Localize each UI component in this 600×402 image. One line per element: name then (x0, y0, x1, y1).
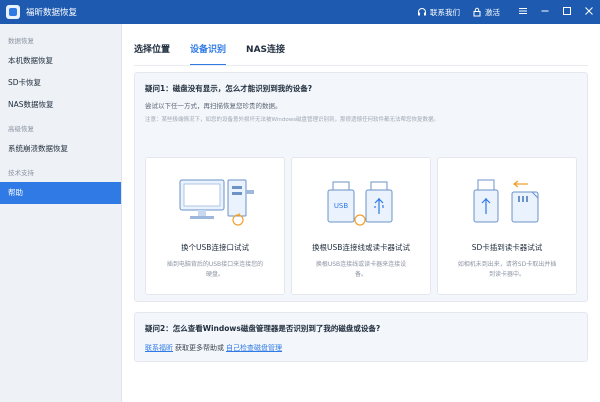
option1-title: 换个USB连接口试试 (181, 243, 249, 252)
maximize-button[interactable] (556, 0, 578, 24)
sd-card-reader-icon (473, 179, 539, 223)
tab-divider (134, 65, 588, 66)
tab-nas-connection[interactable]: NAS连接 (246, 42, 285, 60)
contact-foxit-link[interactable]: 联系福昕 (145, 343, 173, 353)
check-disk-management-link[interactable]: 自己检查磁盘管理 (226, 343, 282, 353)
option-change-usb-cable[interactable]: USB 换根USB连接线或读卡器试试 换根USB连接线或读卡器来连接设备。 (291, 157, 431, 295)
tab-device-recognition[interactable]: 设备识别 (190, 42, 227, 66)
tab-select-location[interactable]: 选择位置 (134, 42, 170, 60)
option2-description: 换根USB连接线或读卡器来连接设备。 (315, 261, 407, 278)
pc-usb-port-icon (179, 179, 254, 226)
main-panel: 选择位置 设备识别 NAS连接 疑问1：磁盘没有显示，怎么才能识别到我的设备? … (122, 24, 600, 402)
menu-button[interactable] (512, 0, 534, 24)
app-title: 福昕数据恢复 (26, 8, 78, 18)
sidebar-section-advanced: 高级恢复 (8, 125, 34, 133)
sidebar-item-local-recovery[interactable]: 本机数据恢复 (0, 50, 121, 72)
sidebar-section-data-recovery: 数据恢复 (8, 37, 34, 45)
option-sd-card-reader[interactable]: SD卡插到读卡器试试 如相机未到出来，请将SD卡取出并插到读卡器中。 (437, 157, 577, 295)
maximize-icon (562, 6, 572, 19)
question2-card: 疑问2：怎么查看Windows磁盘管理器是否识别到了我的磁盘或设备? 联系福昕 … (134, 312, 588, 362)
sidebar-item-nas-recovery[interactable]: NAS数据恢复 (0, 94, 121, 116)
close-icon (584, 6, 594, 19)
minimize-button[interactable] (534, 0, 556, 24)
title-bar-actions: 联系我们 激活 (417, 0, 600, 24)
option1-description: 插到电脑背后的USB接口来连接您的硬盘。 (166, 261, 264, 278)
usb-cable-icon: USB (327, 181, 393, 226)
svg-text:USB: USB (334, 202, 349, 210)
activate-label: 激活 (485, 7, 500, 17)
question2-title: 疑问2：怎么查看Windows磁盘管理器是否识别到了我的磁盘或设备? (145, 324, 381, 333)
option-change-usb-port[interactable]: 换个USB连接口试试 插到电脑背后的USB接口来连接您的硬盘。 (145, 157, 285, 295)
option2-title: 换根USB连接线或读卡器试试 (312, 243, 410, 252)
title-bar: 福昕数据恢复 联系我们 激活 (0, 0, 600, 24)
app-window: 福昕数据恢复 联系我们 激活 数据恢复 本机数据恢复 SD卡恢复 NAS数据恢复… (0, 0, 600, 402)
minimize-icon (540, 6, 550, 19)
option3-title: SD卡插到读卡器试试 (471, 243, 543, 252)
question2-help-line: 联系福昕 获取更多帮助或 自己检查磁盘管理 (145, 343, 282, 353)
help-middle-text: 获取更多帮助或 (175, 344, 224, 352)
menu-icon (518, 6, 528, 19)
question1-note: 注意：某些极端情况下，如您的设备意外损坏无法被Windows磁盘管理识别到，那很… (145, 117, 440, 123)
headset-icon (417, 7, 427, 17)
sidebar-item-help[interactable]: 帮助 (0, 182, 121, 204)
option3-description: 如相机未到出来，请将SD卡取出并插到读卡器中。 (457, 261, 557, 278)
sidebar-item-system-crash-recovery[interactable]: 系统崩溃数据恢复 (0, 138, 121, 160)
sidebar-item-sd-recovery[interactable]: SD卡恢复 (0, 72, 121, 94)
sidebar-section-support: 技术支持 (8, 169, 34, 177)
lock-icon (472, 7, 482, 17)
question1-title: 疑问1：磁盘没有显示，怎么才能识别到我的设备? (145, 84, 313, 93)
tab-bar: 选择位置 设备识别 NAS连接 (134, 42, 305, 66)
close-button[interactable] (578, 0, 600, 24)
activate-button[interactable]: 激活 (472, 7, 500, 18)
contact-us-label: 联系我们 (430, 7, 460, 17)
question1-card: 疑问1：磁盘没有显示，怎么才能识别到我的设备? 尝试以下任一方式，再扫描恢复您珍… (134, 72, 588, 302)
contact-us-button[interactable]: 联系我们 (417, 7, 460, 18)
question1-description: 尝试以下任一方式，再扫描恢复您珍贵的数据。 (145, 102, 282, 110)
sidebar: 数据恢复 本机数据恢复 SD卡恢复 NAS数据恢复 高级恢复 系统崩溃数据恢复 … (0, 24, 122, 402)
app-logo-icon (6, 5, 20, 19)
